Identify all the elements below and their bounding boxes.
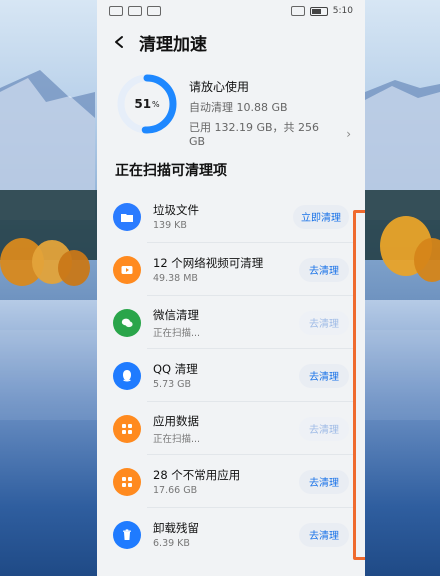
- list-item[interactable]: 卸载残留 6.39 KB 去清理: [97, 508, 365, 561]
- item-name: 28 个不常用应用: [153, 468, 241, 482]
- usage-percent-value: 51: [134, 97, 152, 111]
- item-meta: 正在扫描...: [153, 327, 201, 339]
- clean-button[interactable]: 去清理: [299, 257, 349, 282]
- status-right: 5:10: [290, 6, 353, 16]
- grid-icon: [113, 467, 141, 496]
- item-text: 垃圾文件 139 KB: [153, 202, 199, 231]
- folder-icon: [113, 202, 141, 231]
- signal-icon: [128, 6, 142, 16]
- storage-text: 请放心使用 自动清理 10.88 GB 已用 132.19 GB，共 256 G…: [189, 78, 351, 148]
- item-meta: 49.38 MB: [153, 273, 198, 284]
- list-item[interactable]: 应用数据正在扫描... 去清理: [97, 402, 365, 455]
- item-text: 微信清理正在扫描...: [153, 307, 200, 339]
- section-title: 正在扫描可清理项: [115, 163, 227, 179]
- storage-summary[interactable]: 51 % 请放心使用 自动清理 10.88 GB 已用 132.19 GB，共 …: [97, 72, 365, 160]
- storage-used-text: 已用 132.19 GB，共 256 GB: [189, 121, 320, 148]
- grid-icon: [113, 414, 141, 443]
- item-name: 微信清理: [153, 307, 199, 322]
- item-name: 12 个网络视频可清理: [153, 256, 264, 270]
- list-item[interactable]: QQ 清理 5.73 GB 去清理: [97, 349, 365, 402]
- item-meta: 6.39 KB: [153, 538, 190, 549]
- video-icon: [113, 255, 141, 284]
- item-name: 卸载残留: [153, 521, 199, 535]
- item-name: QQ 清理: [153, 362, 198, 376]
- storage-used-line: 已用 132.19 GB，共 256 GB ›: [189, 119, 351, 148]
- wifi-icon: [147, 6, 161, 16]
- chevron-right-icon: ›: [346, 126, 351, 141]
- battery-icon: [309, 6, 328, 16]
- item-name: 垃圾文件: [153, 203, 199, 217]
- item-meta: 5.73 GB: [153, 379, 192, 390]
- network-icon: [109, 6, 123, 16]
- mute-icon: [290, 6, 305, 16]
- back-arrow-icon: [115, 36, 123, 48]
- back-button[interactable]: [111, 33, 129, 51]
- clean-button[interactable]: 去清理: [299, 363, 349, 388]
- usage-percent: 51 %: [115, 72, 179, 136]
- phone-screen: 5:10 清理加速 51 % 请放心使用 自动清理 10.88 GB 已用 13…: [97, 0, 365, 576]
- clean-button[interactable]: 去清理: [299, 310, 349, 335]
- status-time: 5:10: [332, 6, 353, 16]
- clean-button[interactable]: 去清理: [299, 416, 349, 441]
- clean-button[interactable]: 立即清理: [293, 204, 349, 229]
- list-item[interactable]: 微信清理正在扫描... 去清理: [97, 296, 365, 349]
- trash-icon: [113, 520, 141, 549]
- list-item[interactable]: 垃圾文件 139 KB 立即清理: [97, 190, 365, 243]
- auto-clean-line: 自动清理 10.88 GB: [189, 101, 288, 114]
- item-text: 卸载残留 6.39 KB: [153, 520, 199, 549]
- clean-items-list: 垃圾文件 139 KB 立即清理 12 个网络视频可清理 49.38 MB 去清理 微信清理…: [97, 190, 365, 561]
- page-title: 清理加速: [139, 34, 207, 55]
- item-text: QQ 清理 5.73 GB: [153, 361, 198, 390]
- item-text: 12 个网络视频可清理 49.38 MB: [153, 255, 263, 284]
- status-bar: 5:10: [97, 0, 365, 22]
- qq-icon: [113, 361, 141, 390]
- app-bar: 清理加速: [97, 22, 365, 62]
- clean-button[interactable]: 去清理: [299, 469, 349, 494]
- status-left: [109, 6, 161, 16]
- item-meta: 17.66 GB: [153, 485, 198, 496]
- item-name: 应用数据: [153, 413, 199, 428]
- list-item[interactable]: 28 个不常用应用 17.66 GB 去清理: [97, 455, 365, 508]
- wechat-icon: [113, 308, 141, 337]
- storage-headline: 请放心使用: [189, 80, 250, 94]
- clean-button[interactable]: 去清理: [299, 522, 349, 547]
- list-item[interactable]: 12 个网络视频可清理 49.38 MB 去清理: [97, 243, 365, 296]
- item-meta: 正在扫描...: [153, 433, 201, 445]
- usage-percent-sign: %: [152, 99, 160, 109]
- item-text: 28 个不常用应用 17.66 GB: [153, 467, 240, 496]
- item-text: 应用数据正在扫描...: [153, 413, 200, 445]
- item-meta: 139 KB: [153, 220, 187, 231]
